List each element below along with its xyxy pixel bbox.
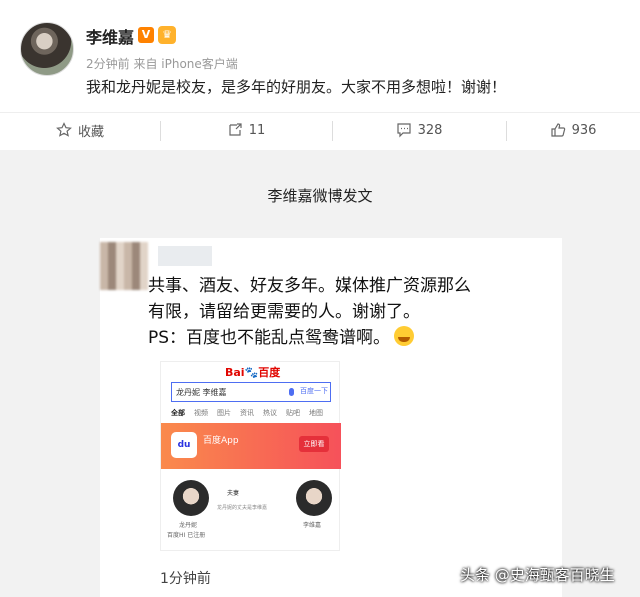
embedded-line-2: 有限，请留给更需要的人。谢谢了。 xyxy=(148,302,420,322)
thumbs-up-icon xyxy=(550,123,565,137)
baidu-tab: 资讯 xyxy=(240,409,254,417)
baidu-app-banner: du 百度App 立即看 xyxy=(161,423,341,469)
relation-sub: 龙丹妮的丈夫是李维嘉 xyxy=(217,505,268,511)
embedded-post-time: 1分钟前 xyxy=(160,571,211,587)
source-watermark: 头条 @史海甄客百晓生 xyxy=(460,566,615,584)
weibo-post: 李维嘉 V ♛ 2分钟前 来自 iPhone客户端 我和龙丹妮是校友，是多年的好… xyxy=(0,0,640,150)
laughing-emoji-icon xyxy=(394,326,415,346)
star-icon xyxy=(56,122,72,137)
baidu-logo: Bai🐾百度 xyxy=(225,366,281,379)
relation-label: 夫妻 xyxy=(227,490,240,497)
like-button[interactable]: 936 xyxy=(506,113,640,147)
image-caption: 李维嘉微博发文 xyxy=(267,187,373,205)
person-name-1: 龙丹妮 xyxy=(179,522,198,529)
user-avatar[interactable] xyxy=(20,22,74,76)
baidu-search-input: 龙丹妮 李维嘉 百度一下 xyxy=(171,382,331,402)
embedded-line-3: PS：百度也不能乱点鸳鸯谱啊。 xyxy=(148,325,471,351)
baidu-logo-left: Bai xyxy=(225,366,245,379)
baidu-tab: 贴吧 xyxy=(286,409,300,417)
baidu-app-icon: du xyxy=(171,432,197,458)
comment-icon xyxy=(396,123,411,138)
blurred-username xyxy=(158,246,212,266)
like-count: 936 xyxy=(571,122,597,138)
user-name[interactable]: 李维嘉 xyxy=(86,24,134,48)
embedded-line-1: 共事、酒友、好友多年。媒体推广资源那么 xyxy=(148,276,471,296)
comment-button[interactable]: 328 xyxy=(332,113,506,147)
blurred-avatar xyxy=(100,242,148,290)
repost-count: 11 xyxy=(248,122,266,138)
person-photo-2 xyxy=(296,480,332,516)
person-name-2: 李维嘉 xyxy=(303,522,322,529)
baidu-tabs: 全部 视频 图片 资讯 热议 贴吧 地图 xyxy=(171,408,331,418)
post-text: 我和龙丹妮是校友，是多年的好朋友。大家不用多想啦！谢谢！ xyxy=(86,78,507,96)
member-level-icon: ♛ xyxy=(158,26,176,44)
repost-icon xyxy=(229,123,242,136)
baidu-app-button: 立即看 xyxy=(299,436,329,452)
favorite-label: 收藏 xyxy=(77,124,104,140)
baidu-tab: 视频 xyxy=(194,409,208,417)
embedded-post-text: 共事、酒友、好友多年。媒体推广资源那么 有限，请留给更需要的人。谢谢了。 PS：… xyxy=(148,273,471,351)
baidu-tab: 地图 xyxy=(309,409,323,417)
embedded-post-screenshot: 共事、酒友、好友多年。媒体推广资源那么 有限，请留给更需要的人。谢谢了。 PS：… xyxy=(100,238,562,597)
comment-count: 328 xyxy=(417,122,443,138)
baidu-query: 龙丹妮 李维嘉 xyxy=(176,387,227,397)
baidu-tab: 热议 xyxy=(263,409,277,417)
microphone-icon xyxy=(289,388,294,396)
post-actions: 收藏 11 328 936 xyxy=(0,112,640,146)
post-meta: 2分钟前 来自 iPhone客户端 xyxy=(86,57,238,71)
verified-badge-icon: V xyxy=(138,27,154,43)
person-sub-1: 百度HI 已注册 xyxy=(167,532,206,539)
baidu-logo-right: 百度 xyxy=(258,366,281,379)
repost-button[interactable]: 11 xyxy=(160,113,332,147)
baidu-app-name: 百度App xyxy=(203,436,239,446)
favorite-button[interactable]: 收藏 xyxy=(0,113,160,147)
baidu-search-screenshot: Bai🐾百度 龙丹妮 李维嘉 百度一下 全部 视频 图片 资讯 热议 贴吧 地图… xyxy=(160,361,341,551)
embedded-line-3-text: PS：百度也不能乱点鸳鸯谱啊。 xyxy=(148,328,391,348)
baidu-tab: 图片 xyxy=(217,409,231,417)
baidu-search-button: 百度一下 xyxy=(300,387,328,395)
baidu-tab: 全部 xyxy=(171,409,185,417)
person-photo-1 xyxy=(173,480,209,516)
